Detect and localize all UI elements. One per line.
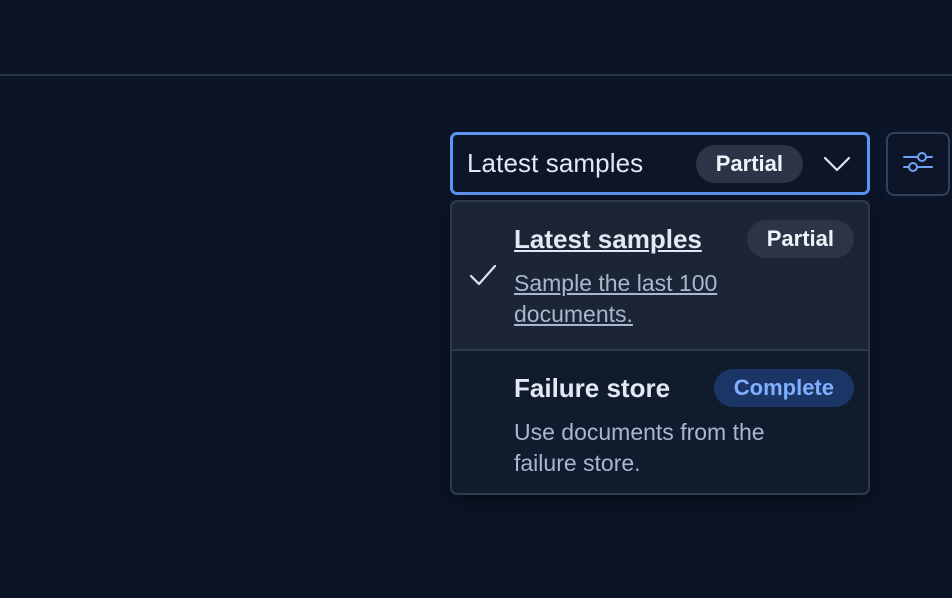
select-dropdown-popover: Latest samples Partial Sample the last 1…	[450, 200, 870, 495]
top-divider	[0, 74, 952, 76]
chevron-down-icon[interactable]	[823, 155, 851, 173]
sample-source-select[interactable]: Latest samples Partial	[450, 132, 870, 195]
option-description: Use documents from the failure store.	[514, 419, 765, 476]
option-title: Failure store	[514, 373, 671, 403]
settings-button[interactable]	[886, 132, 950, 196]
option-description: Sample the last 100 documents.	[514, 270, 718, 327]
option-failure-store[interactable]: Failure store Complete Use documents fro…	[452, 351, 868, 493]
select-badge: Partial	[695, 144, 803, 183]
option-latest-samples[interactable]: Latest samples Partial Sample the last 1…	[452, 202, 868, 349]
option-title: Latest samples	[514, 224, 702, 254]
sliders-icon	[903, 150, 933, 179]
option-badge: Partial	[746, 220, 854, 258]
select-label: Latest samples	[467, 148, 644, 178]
option-badge: Complete	[713, 369, 854, 407]
